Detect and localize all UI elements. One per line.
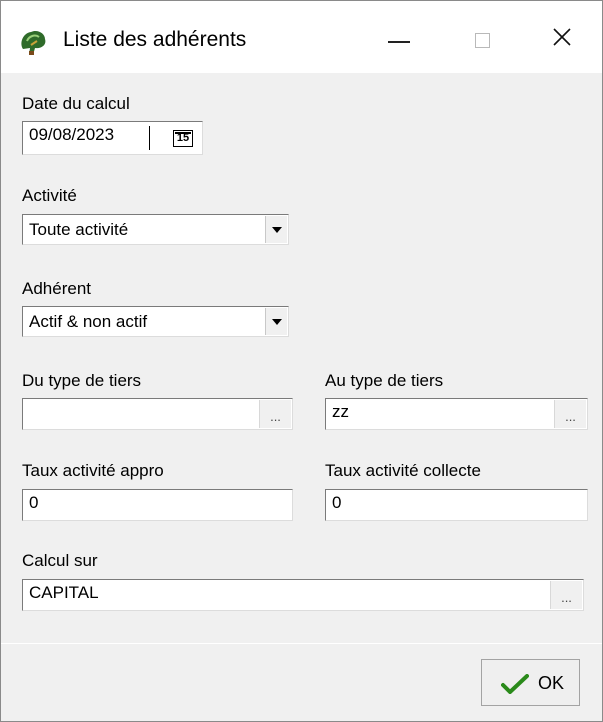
activity-select[interactable]: Toute activité [22,214,289,245]
member-value: Actif & non actif [29,312,148,331]
minimize-button[interactable] [360,1,440,73]
rate-collect-value: 0 [332,493,342,512]
close-button[interactable] [524,1,603,73]
activity-label: Activité [22,186,77,205]
to-type-value: zz [332,402,349,421]
text-caret [149,126,150,150]
footer-divider [1,643,602,644]
calendar-icon[interactable]: 15 [173,130,193,147]
calc-on-field[interactable]: CAPITAL ... [22,579,584,611]
calc-on-value: CAPITAL [29,583,99,602]
maximize-button[interactable] [442,1,522,73]
chevron-down-icon[interactable] [265,216,287,243]
activity-value: Toute activité [29,220,129,239]
ok-button[interactable]: OK [481,659,580,706]
checkmark-icon [501,674,529,694]
to-type-field[interactable]: zz ... [325,398,588,430]
calc-on-browse-button[interactable]: ... [550,581,582,609]
to-type-label: Au type de tiers [325,371,444,390]
date-value: 09/08/2023 [29,125,115,144]
rate-supply-value: 0 [29,493,39,512]
date-field[interactable]: 09/08/2023 15 [22,121,203,155]
close-icon [553,28,571,46]
dialog-window: Liste des adhérents Date du calcul 09/08… [0,0,603,722]
member-label: Adhérent [22,279,91,298]
date-label: Date du calcul [22,94,130,113]
to-type-browse-button[interactable]: ... [554,400,586,428]
rate-collect-field[interactable]: 0 [325,489,588,521]
rate-supply-field[interactable]: 0 [22,489,293,521]
app-tree-icon [21,30,46,55]
member-select[interactable]: Actif & non actif [22,306,289,337]
window-title: Liste des adhérents [63,28,247,51]
rate-supply-label: Taux activité appro [22,461,164,480]
title-bar[interactable]: Liste des adhérents [1,1,602,73]
from-type-field[interactable]: ... [22,398,293,430]
rate-collect-label: Taux activité collecte [325,461,481,480]
maximize-icon [475,33,490,48]
from-type-browse-button[interactable]: ... [259,400,291,428]
ok-label: OK [538,673,565,693]
from-type-label: Du type de tiers [22,371,142,390]
chevron-down-icon[interactable] [265,308,287,335]
minimize-icon [388,41,410,43]
calc-on-label: Calcul sur [22,551,98,570]
